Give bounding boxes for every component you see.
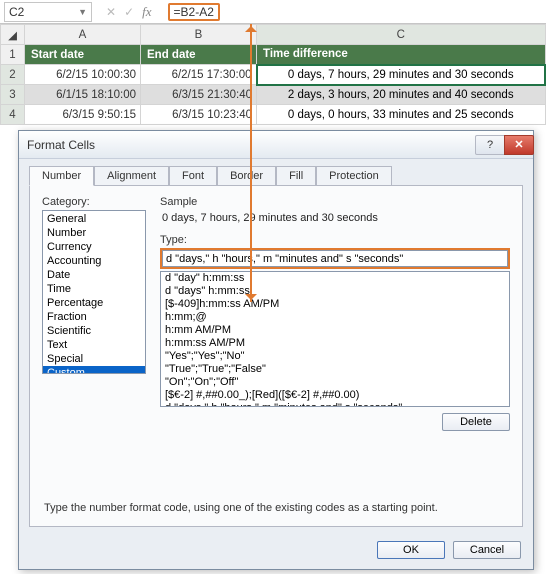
dialog-tabs: Number Alignment Font Border Fill Protec… (19, 159, 533, 185)
fx-icon[interactable]: fx (142, 4, 151, 20)
tab-protection[interactable]: Protection (316, 166, 392, 186)
list-item[interactable]: h:mm:ss AM/PM (161, 337, 509, 350)
list-item[interactable]: d "days," h "hours," m "minutes and" s "… (161, 402, 509, 407)
list-item[interactable]: h:mm AM/PM (161, 324, 509, 337)
tab-number[interactable]: Number (29, 166, 94, 186)
list-item[interactable]: Fraction (43, 310, 145, 324)
list-item[interactable]: Time (43, 282, 145, 296)
category-label: Category: (42, 196, 146, 208)
cell[interactable]: 0 days, 0 hours, 33 minutes and 25 secon… (257, 105, 546, 125)
sample-label: Sample (160, 196, 510, 208)
sample-value: 0 days, 7 hours, 29 minutes and 30 secon… (160, 210, 510, 234)
list-item[interactable]: Date (43, 268, 145, 282)
type-input[interactable] (160, 248, 510, 269)
format-hint: Type the number format code, using one o… (42, 492, 510, 520)
cell[interactable]: 2 days, 3 hours, 20 minutes and 40 secon… (257, 85, 546, 105)
category-listbox[interactable]: General Number Currency Accounting Date … (42, 210, 146, 374)
cancel-icon[interactable]: ✕ (106, 5, 116, 19)
titlebar-buttons: ? ✕ (475, 135, 533, 155)
ok-button[interactable]: OK (377, 541, 445, 559)
cell[interactable]: 6/1/15 18:10:00 (25, 85, 141, 105)
list-item[interactable]: [$€-2] #,##0.00_);[Red]([$€-2] #,##0.00) (161, 389, 509, 402)
enter-icon[interactable]: ✓ (124, 5, 134, 19)
tab-panel-number: Category: General Number Currency Accoun… (29, 185, 523, 527)
tab-font[interactable]: Font (169, 166, 217, 186)
annotation-arrow (250, 24, 252, 302)
header-cell[interactable]: Start date (25, 45, 141, 65)
type-label: Type: (160, 234, 510, 246)
formula-value: =B2-A2 (168, 3, 220, 21)
row-header[interactable]: 1 (1, 45, 25, 65)
dialog-title: Format Cells (27, 138, 95, 152)
col-header[interactable]: C (257, 25, 546, 45)
row-header[interactable]: 3 (1, 85, 25, 105)
cell[interactable]: 6/3/15 21:30:40 (141, 85, 257, 105)
tab-fill[interactable]: Fill (276, 166, 316, 186)
col-header[interactable]: A (25, 25, 141, 45)
active-cell[interactable]: 0 days, 7 hours, 29 minutes and 30 secon… (257, 65, 546, 85)
delete-button[interactable]: Delete (442, 413, 510, 431)
list-item[interactable]: "On";"On";"Off" (161, 376, 509, 389)
cell[interactable]: 6/2/15 10:00:30 (25, 65, 141, 85)
cell[interactable]: 6/3/15 10:23:40 (141, 105, 257, 125)
dialog-buttons: OK Cancel (19, 535, 533, 569)
list-item-selected[interactable]: Custom (43, 366, 145, 374)
list-item[interactable]: General (43, 212, 145, 226)
col-header[interactable]: B (141, 25, 257, 45)
list-item[interactable]: Currency (43, 240, 145, 254)
formula-bar: C2 ▼ ✕ ✓ fx =B2-A2 (0, 0, 546, 24)
list-item[interactable]: Special (43, 352, 145, 366)
header-cell[interactable]: Time difference (257, 45, 546, 65)
list-item[interactable]: Number (43, 226, 145, 240)
format-cells-dialog: Format Cells ? ✕ Number Alignment Font B… (18, 130, 534, 570)
formula-bar-icons: ✕ ✓ fx (98, 4, 160, 20)
list-item[interactable]: d "days" h:mm:ss (161, 285, 509, 298)
list-item[interactable]: "True";"True";"False" (161, 363, 509, 376)
tab-alignment[interactable]: Alignment (94, 166, 169, 186)
list-item[interactable]: Accounting (43, 254, 145, 268)
list-item[interactable]: h:mm;@ (161, 311, 509, 324)
list-item[interactable]: Percentage (43, 296, 145, 310)
cancel-button[interactable]: Cancel (453, 541, 521, 559)
list-item[interactable]: d "day" h:mm:ss (161, 272, 509, 285)
name-box[interactable]: C2 ▼ (4, 2, 92, 22)
chevron-down-icon[interactable]: ▼ (78, 7, 87, 17)
list-item[interactable]: [$-409]h:mm:ss AM/PM (161, 298, 509, 311)
type-listbox[interactable]: d "day" h:mm:ss d "days" h:mm:ss [$-409]… (160, 271, 510, 407)
spreadsheet-grid[interactable]: ◢ A B C 1 Start date End date Time diffe… (0, 24, 546, 125)
name-box-value: C2 (9, 5, 24, 19)
select-all-cell[interactable]: ◢ (1, 25, 25, 45)
formula-input[interactable]: =B2-A2 (164, 4, 546, 20)
dialog-titlebar[interactable]: Format Cells ? ✕ (19, 131, 533, 159)
row-header[interactable]: 4 (1, 105, 25, 125)
row-header[interactable]: 2 (1, 65, 25, 85)
cell[interactable]: 6/3/15 9:50:15 (25, 105, 141, 125)
help-button[interactable]: ? (475, 135, 505, 155)
list-item[interactable]: Text (43, 338, 145, 352)
list-item[interactable]: "Yes";"Yes";"No" (161, 350, 509, 363)
close-button[interactable]: ✕ (504, 135, 534, 155)
header-cell[interactable]: End date (141, 45, 257, 65)
list-item[interactable]: Scientific (43, 324, 145, 338)
tab-border[interactable]: Border (217, 166, 276, 186)
cell[interactable]: 6/2/15 17:30:00 (141, 65, 257, 85)
